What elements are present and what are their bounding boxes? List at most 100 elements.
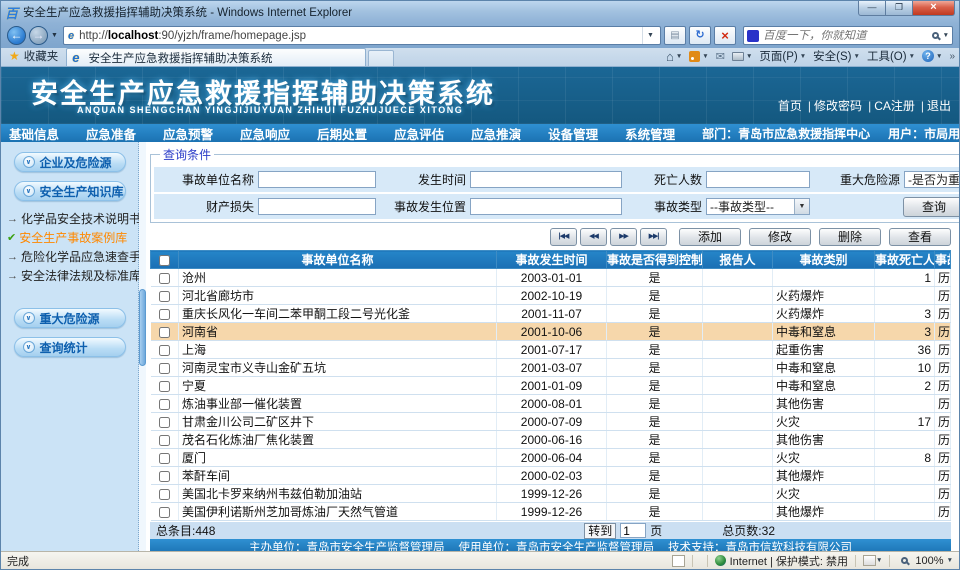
feeds-dropdown-icon[interactable]: ▼ [702, 53, 708, 60]
maximize-button[interactable]: ❐ [886, 1, 913, 16]
safety-menu[interactable]: 安全(S)▼ [813, 48, 860, 64]
next-page-button[interactable]: ▶▶ [610, 228, 637, 246]
column-header[interactable]: 事故发生时间 [497, 251, 607, 269]
table-row[interactable]: 茂名石化炼油厂焦化装置2000-06-16是其他伤害历史事故案例 [151, 431, 951, 449]
nav-item[interactable]: 基础信息 [9, 124, 59, 143]
back-button[interactable]: ← [7, 26, 26, 45]
location-input[interactable] [470, 198, 622, 215]
nav-item[interactable]: 设备管理 [548, 124, 598, 143]
unit-name-input[interactable] [258, 171, 376, 188]
content-scrollbar[interactable] [139, 142, 146, 551]
tools-menu[interactable]: 工具(O)▼ [867, 48, 915, 64]
scrollbar-thumb[interactable] [139, 289, 146, 366]
forward-button[interactable]: → [29, 26, 48, 45]
row-checkbox[interactable] [159, 345, 170, 356]
feeds-icon[interactable] [689, 51, 700, 62]
compat-status-icon[interactable] [863, 555, 876, 566]
url-dropdown-icon[interactable]: ▼ [642, 27, 658, 44]
nav-item[interactable]: 系统管理 [625, 124, 675, 143]
url-text[interactable]: http://localhost:90/yjzh/frame/homepage.… [79, 30, 642, 42]
row-checkbox[interactable] [159, 471, 170, 482]
row-checkbox[interactable] [159, 291, 170, 302]
more-commands-icon[interactable]: » [949, 51, 955, 62]
sidebar-item[interactable]: →安全法律法规及标准库 [7, 267, 138, 286]
nav-item[interactable]: 应急评估 [394, 124, 444, 143]
sidebar-section-button[interactable]: ∨企业及危险源 [14, 152, 126, 172]
nav-item[interactable]: 应急准备 [86, 124, 136, 143]
active-tab[interactable]: e 安全生产应急救援指挥辅助决策系统 [66, 48, 366, 66]
prev-page-button[interactable]: ◀◀ [580, 228, 607, 246]
table-row[interactable]: 美国北卡罗来纳州韦兹伯勒加油站1999-12-26是火灾历史事故案例 [151, 485, 951, 503]
row-checkbox[interactable] [159, 399, 170, 410]
row-checkbox[interactable] [159, 507, 170, 518]
row-checkbox[interactable] [159, 273, 170, 284]
new-tab-button[interactable] [368, 50, 394, 66]
print-dropdown-icon[interactable]: ▼ [746, 53, 752, 60]
sidebar-item[interactable]: →危险化学品应急速查手... [7, 248, 138, 267]
delete-button[interactable]: 删除 [819, 228, 881, 246]
row-checkbox[interactable] [159, 417, 170, 428]
nav-item[interactable]: 后期处置 [317, 124, 367, 143]
view-button[interactable]: 查看 [889, 228, 951, 246]
row-checkbox[interactable] [159, 489, 170, 500]
header-link[interactable]: 首页 [778, 99, 802, 113]
header-link[interactable]: 修改密码 [814, 99, 862, 113]
table-row[interactable]: 甘肃金川公司二矿区井下2000-07-09是火灾17历史事故案例 [151, 413, 951, 431]
history-dropdown-icon[interactable]: ▼ [51, 32, 58, 39]
refresh-button[interactable]: ↻ [689, 26, 711, 45]
occur-time-input[interactable] [470, 171, 622, 188]
stop-button[interactable]: × [714, 26, 736, 45]
first-page-button[interactable]: |◀◀ [550, 228, 577, 246]
search-input[interactable] [763, 30, 928, 42]
column-header[interactable]: 事故是否得到控制 [607, 251, 703, 269]
row-checkbox[interactable] [159, 381, 170, 392]
table-row[interactable]: 炼油事业部一催化装置2000-08-01是其他伤害历史事故案例 [151, 395, 951, 413]
accident-type-select[interactable]: --事故类型-- ▼ [706, 198, 810, 215]
print-icon[interactable] [732, 52, 744, 61]
home-dropdown-icon[interactable]: ▼ [676, 53, 682, 60]
row-checkbox[interactable] [159, 435, 170, 446]
table-row[interactable]: 河南灵宝市义寺山金矿五坑2001-03-07是中毒和窒息10历史事故案例 [151, 359, 951, 377]
nav-item[interactable]: 应急推演 [471, 124, 521, 143]
search-dropdown-icon[interactable]: ▼ [943, 32, 949, 39]
column-header[interactable]: 事故单位名称 [179, 251, 497, 269]
compatibility-view-button[interactable]: ▤ [664, 26, 686, 45]
table-row[interactable]: 河北省廊坊市2002-10-19是火药爆炸历史事故案例 [151, 287, 951, 305]
modify-button[interactable]: 修改 [749, 228, 811, 246]
column-header[interactable]: 事故类别 [773, 251, 875, 269]
help-icon[interactable]: ? [922, 50, 934, 62]
search-icon[interactable] [932, 32, 939, 39]
nav-item[interactable]: 应急预警 [163, 124, 213, 143]
table-row[interactable]: 厦门2000-06-04是火灾8历史事故案例 [151, 449, 951, 467]
goto-page-input[interactable] [620, 523, 646, 538]
zoom-control[interactable]: 100% ▼ [897, 555, 953, 567]
table-row[interactable]: 苯酐车间2000-02-03是其他爆炸历史事故案例 [151, 467, 951, 485]
property-loss-input[interactable] [258, 198, 376, 215]
table-row[interactable]: 沧州2003-01-01是1历史事故案例 [151, 269, 951, 287]
column-header[interactable]: 事故死亡人数 [875, 251, 935, 269]
sidebar-section-button[interactable]: ∨查询统计 [14, 337, 126, 357]
sidebar-item[interactable]: →化学品安全技术说明书 [7, 210, 138, 229]
column-header[interactable]: 报告人 [703, 251, 773, 269]
sidebar-section-button[interactable]: ∨重大危险源 [14, 308, 126, 328]
address-field[interactable]: e http://localhost:90/yjzh/frame/homepag… [63, 26, 661, 45]
sidebar-section-button[interactable]: ∨安全生产知识库 [14, 181, 126, 201]
home-icon[interactable]: ⌂ [666, 49, 674, 64]
column-header[interactable]: 事故处警状态 [935, 251, 951, 269]
sidebar-item[interactable]: ✔安全生产事故案例库 [7, 229, 138, 248]
chevron-down-icon[interactable]: ▼ [876, 557, 882, 564]
row-checkbox[interactable] [159, 327, 170, 338]
search-button[interactable]: 查询 [903, 197, 959, 217]
deaths-input[interactable] [706, 171, 810, 188]
nav-item[interactable]: 应急响应 [240, 124, 290, 143]
select-all-checkbox[interactable] [159, 255, 170, 266]
last-page-button[interactable]: ▶▶| [640, 228, 667, 246]
close-button[interactable]: × [913, 1, 955, 16]
row-checkbox[interactable] [159, 309, 170, 320]
table-row[interactable]: 河南省2001-10-06是中毒和窒息3历史事故案例 [151, 323, 951, 341]
row-checkbox[interactable] [159, 453, 170, 464]
row-checkbox[interactable] [159, 363, 170, 374]
page-menu[interactable]: 页面(P)▼ [759, 48, 806, 64]
minimize-button[interactable]: — [858, 1, 886, 16]
table-row[interactable]: 美国伊利诺斯州芝加哥炼油厂天然气管道1999-12-26是其他爆炸历史事故案例 [151, 503, 951, 521]
